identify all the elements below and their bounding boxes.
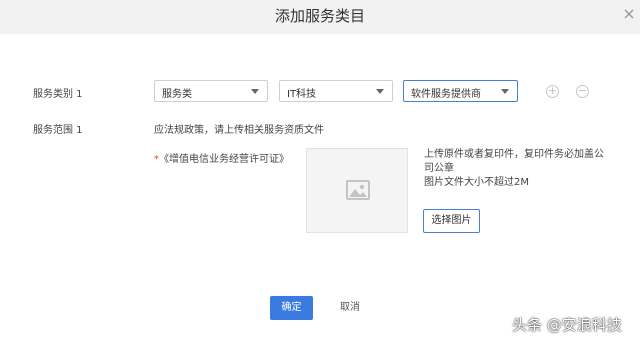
upload-hint-line: 司公章 xyxy=(424,163,454,174)
category-select-1-value: 服务类 xyxy=(162,89,192,100)
category-select-2-value: IT科技 xyxy=(287,89,317,100)
scope-description: 应法规政策，请上传相关服务资质文件 xyxy=(154,125,324,136)
upload-hint: 上传原件或者复印件，复印件务必加盖公 司公章 图片文件大小不超过2M xyxy=(424,148,604,190)
image-preview[interactable] xyxy=(306,148,408,233)
cancel-button[interactable]: 取消 xyxy=(335,296,365,320)
category-select-2[interactable]: IT科技 xyxy=(279,80,393,102)
plus-circle-icon[interactable]: + xyxy=(546,85,559,98)
scope-label: 服务范围 1 xyxy=(33,125,83,136)
upload-hint-line: 上传原件或者复印件，复印件务必加盖公 xyxy=(424,149,604,160)
category-select-1[interactable]: 服务类 xyxy=(154,80,268,102)
chevron-down-icon xyxy=(501,89,509,94)
image-icon xyxy=(345,179,371,205)
upload-hint-line: 图片文件大小不超过2M xyxy=(424,177,529,188)
chevron-down-icon xyxy=(376,89,384,94)
choose-image-button[interactable]: 选择图片 xyxy=(423,209,480,233)
dialog-title: 添加服务类目 xyxy=(274,7,365,25)
category-label: 服务类别 1 xyxy=(33,89,83,100)
minus-circle-icon[interactable]: − xyxy=(576,85,589,98)
dialog-header: 添加服务类目 xyxy=(0,0,640,34)
close-icon[interactable] xyxy=(622,6,636,20)
category-select-3-value: 软件服务提供商 xyxy=(411,89,481,100)
chevron-down-icon xyxy=(251,89,259,94)
watermark: 头条 @安浪科技 xyxy=(512,316,622,334)
confirm-button[interactable]: 确定 xyxy=(270,296,313,320)
license-label: *《增值电信业务经营许可证》 xyxy=(154,150,289,165)
license-doc-name: 《增值电信业务经营许可证》 xyxy=(159,154,289,165)
category-select-3[interactable]: 软件服务提供商 xyxy=(403,80,518,102)
